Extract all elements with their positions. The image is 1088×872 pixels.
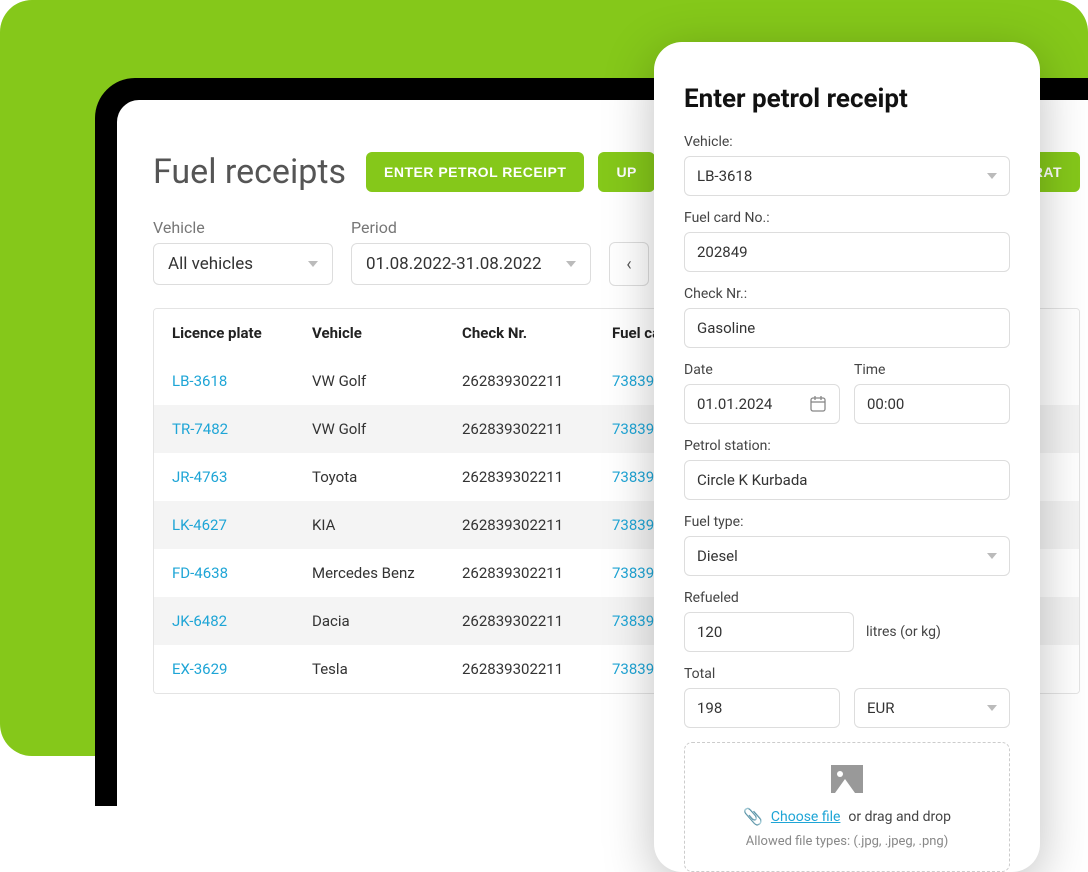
date-label: Date xyxy=(684,362,840,378)
vehicle-filter-select[interactable]: All vehicles xyxy=(153,243,333,285)
currency-select[interactable]: EUR xyxy=(854,688,1010,728)
paperclip-icon: 📎 xyxy=(743,807,763,826)
chevron-down-icon xyxy=(987,705,997,711)
choose-file-link[interactable]: Choose file xyxy=(771,809,841,825)
refueled-unit: litres (or kg) xyxy=(866,624,941,640)
check-nr-cell: 262839302211 xyxy=(462,468,612,486)
col-licence-plate: Licence plate xyxy=(172,324,312,342)
vehicle-filter-value: All vehicles xyxy=(168,254,253,274)
chevron-down-icon xyxy=(566,261,576,267)
vehicle-select[interactable]: LB-3618 xyxy=(684,156,1010,196)
vehicle-cell: Mercedes Benz xyxy=(312,564,462,582)
licence-plate-link[interactable]: FD-4638 xyxy=(172,564,312,582)
period-filter-select[interactable]: 01.08.2022-31.08.2022 xyxy=(351,243,591,285)
vehicle-cell: Tesla xyxy=(312,660,462,678)
check-input[interactable]: Gasoline xyxy=(684,308,1010,348)
check-nr-cell: 262839302211 xyxy=(462,516,612,534)
update-button[interactable]: UP xyxy=(598,152,654,192)
chevron-left-icon: ‹ xyxy=(626,254,631,275)
licence-plate-link[interactable]: JK-6482 xyxy=(172,612,312,630)
check-nr-cell: 262839302211 xyxy=(462,660,612,678)
drag-drop-text: or drag and drop xyxy=(848,809,951,825)
vehicle-cell: VW Golf xyxy=(312,420,462,438)
date-input[interactable]: 01.01.2024 xyxy=(684,384,840,424)
chevron-down-icon xyxy=(987,553,997,559)
col-vehicle: Vehicle xyxy=(312,324,462,342)
check-nr-cell: 262839302211 xyxy=(462,612,612,630)
vehicle-cell: KIA xyxy=(312,516,462,534)
col-check-nr: Check Nr. xyxy=(462,324,612,342)
check-nr-cell: 262839302211 xyxy=(462,372,612,390)
fuelcard-label: Fuel card No.: xyxy=(684,210,1010,226)
station-label: Petrol station: xyxy=(684,438,1010,454)
total-label: Total xyxy=(684,666,1010,682)
vehicle-select-value: LB-3618 xyxy=(697,167,752,185)
check-nr-cell: 262839302211 xyxy=(462,564,612,582)
file-upload-zone[interactable]: 📎 Choose file or drag and drop Allowed f… xyxy=(684,742,1010,872)
total-input[interactable]: 198 xyxy=(684,688,840,728)
enter-petrol-receipt-button[interactable]: ENTER PETROL RECEIPT xyxy=(366,152,584,192)
refueled-label: Refueled xyxy=(684,590,1010,606)
time-label: Time xyxy=(854,362,1010,378)
licence-plate-link[interactable]: EX-3629 xyxy=(172,660,312,678)
period-filter: Period 01.08.2022-31.08.2022 xyxy=(351,218,591,286)
licence-plate-link[interactable]: JR-4763 xyxy=(172,468,312,486)
page-title: Fuel receipts xyxy=(153,152,346,192)
check-nr-cell: 262839302211 xyxy=(462,420,612,438)
vehicle-cell: VW Golf xyxy=(312,372,462,390)
chevron-down-icon xyxy=(987,173,997,179)
chevron-down-icon xyxy=(308,261,318,267)
vehicle-label: Vehicle: xyxy=(684,134,1010,150)
refueled-input[interactable]: 120 xyxy=(684,612,854,652)
fueltype-select[interactable]: Diesel xyxy=(684,536,1010,576)
check-label: Check Nr.: xyxy=(684,286,1010,302)
period-filter-label: Period xyxy=(351,218,591,237)
period-filter-value: 01.08.2022-31.08.2022 xyxy=(366,254,542,274)
licence-plate-link[interactable]: LB-3618 xyxy=(172,372,312,390)
fueltype-label: Fuel type: xyxy=(684,514,1010,530)
calendar-icon xyxy=(809,395,827,413)
licence-plate-link[interactable]: TR-7482 xyxy=(172,420,312,438)
fuelcard-input[interactable]: 202849 xyxy=(684,232,1010,272)
station-input[interactable]: Circle K Kurbada xyxy=(684,460,1010,500)
licence-plate-link[interactable]: LK-4627 xyxy=(172,516,312,534)
period-prev-button[interactable]: ‹ xyxy=(609,242,649,286)
enter-receipt-modal: Enter petrol receipt Vehicle: LB-3618 Fu… xyxy=(654,42,1040,872)
image-icon xyxy=(831,765,863,793)
vehicle-filter: Vehicle All vehicles xyxy=(153,218,333,286)
vehicle-cell: Toyota xyxy=(312,468,462,486)
modal-title: Enter petrol receipt xyxy=(684,84,1010,114)
upload-hint: Allowed file types: (.jpg, .jpeg, .png) xyxy=(697,834,997,849)
vehicle-filter-label: Vehicle xyxy=(153,218,333,237)
vehicle-cell: Dacia xyxy=(312,612,462,630)
time-input[interactable]: 00:00 xyxy=(854,384,1010,424)
